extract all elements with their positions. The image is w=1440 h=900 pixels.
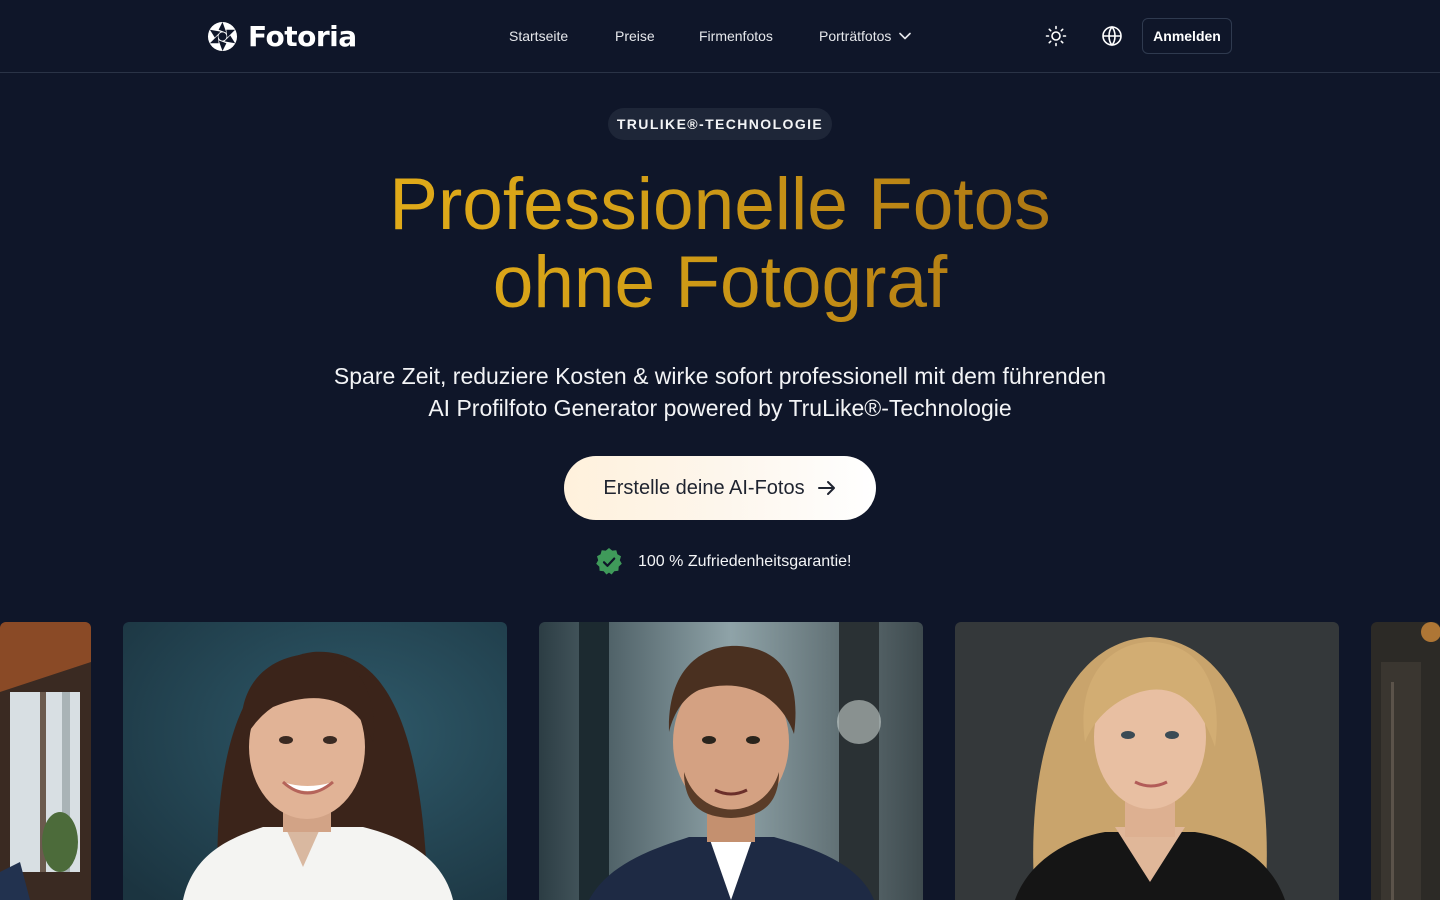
guarantee-text: 100 % Zufriedenheitsgarantie! (638, 553, 852, 570)
sun-icon[interactable] (1044, 24, 1068, 48)
arrow-right-icon (817, 481, 835, 495)
hero-subtitle-line-1: Spare Zeit, reduziere Kosten & wirke sof… (333, 363, 1107, 389)
hero-subtitle: Spare Zeit, reduziere Kosten & wirke sof… (270, 360, 1170, 424)
satisfaction-guarantee: 100 % Zufriedenheitsgarantie! (594, 547, 851, 577)
photo-card-partial-left[interactable] (0, 622, 91, 900)
hero-headline-line-2: ohne Fotograf (492, 242, 948, 323)
verified-check-icon (596, 548, 622, 575)
chevron-down-icon (899, 32, 912, 40)
brand-name: Fotoria (248, 19, 357, 53)
photo-card-woman-black-blazer[interactable] (955, 622, 1339, 900)
top-navigation: Fotoria Startseite Preise Firmenfotos Po… (0, 0, 1440, 73)
photo-carousel (0, 622, 1440, 900)
portrait-man-suit-image (539, 622, 923, 900)
aperture-icon (207, 21, 238, 51)
office-background-image (1371, 622, 1440, 900)
photo-card-man-suit[interactable] (539, 622, 923, 900)
nav-link-startseite[interactable]: Startseite (509, 26, 568, 46)
page: Fotoria Startseite Preise Firmenfotos Po… (0, 0, 1440, 900)
globe-icon[interactable] (1100, 24, 1124, 48)
photo-card-woman-white-blouse[interactable] (123, 622, 507, 900)
brand-logo[interactable]: Fotoria (207, 18, 357, 54)
portrait-woman-black-blazer-image (955, 622, 1339, 900)
nav-dropdown-label: Porträtfotos (819, 28, 892, 44)
nav-dropdown-portraetfotos[interactable]: Porträtfotos (819, 26, 912, 46)
nav-link-preise[interactable]: Preise (615, 26, 655, 46)
portrait-woman-white-blouse-image (123, 622, 507, 900)
photo-card-partial-right[interactable] (1371, 622, 1440, 900)
nav-link-firmenfotos[interactable]: Firmenfotos (699, 26, 773, 46)
login-button[interactable]: Anmelden (1142, 18, 1232, 54)
hero-subtitle-line-2: AI Profilfoto Generator powered by TruLi… (428, 395, 1012, 421)
technology-badge: TRULIKE®-TECHNOLOGIE (608, 108, 832, 140)
hero-headline: Professionelle Fotos ohne Fotograf (220, 166, 1220, 322)
create-ai-photos-button[interactable]: Erstelle deine AI-Fotos (564, 456, 876, 520)
office-portrait-image (0, 622, 91, 900)
hero-headline-line-1: Professionelle Fotos (389, 164, 1051, 245)
cta-label: Erstelle deine AI-Fotos (603, 476, 805, 499)
